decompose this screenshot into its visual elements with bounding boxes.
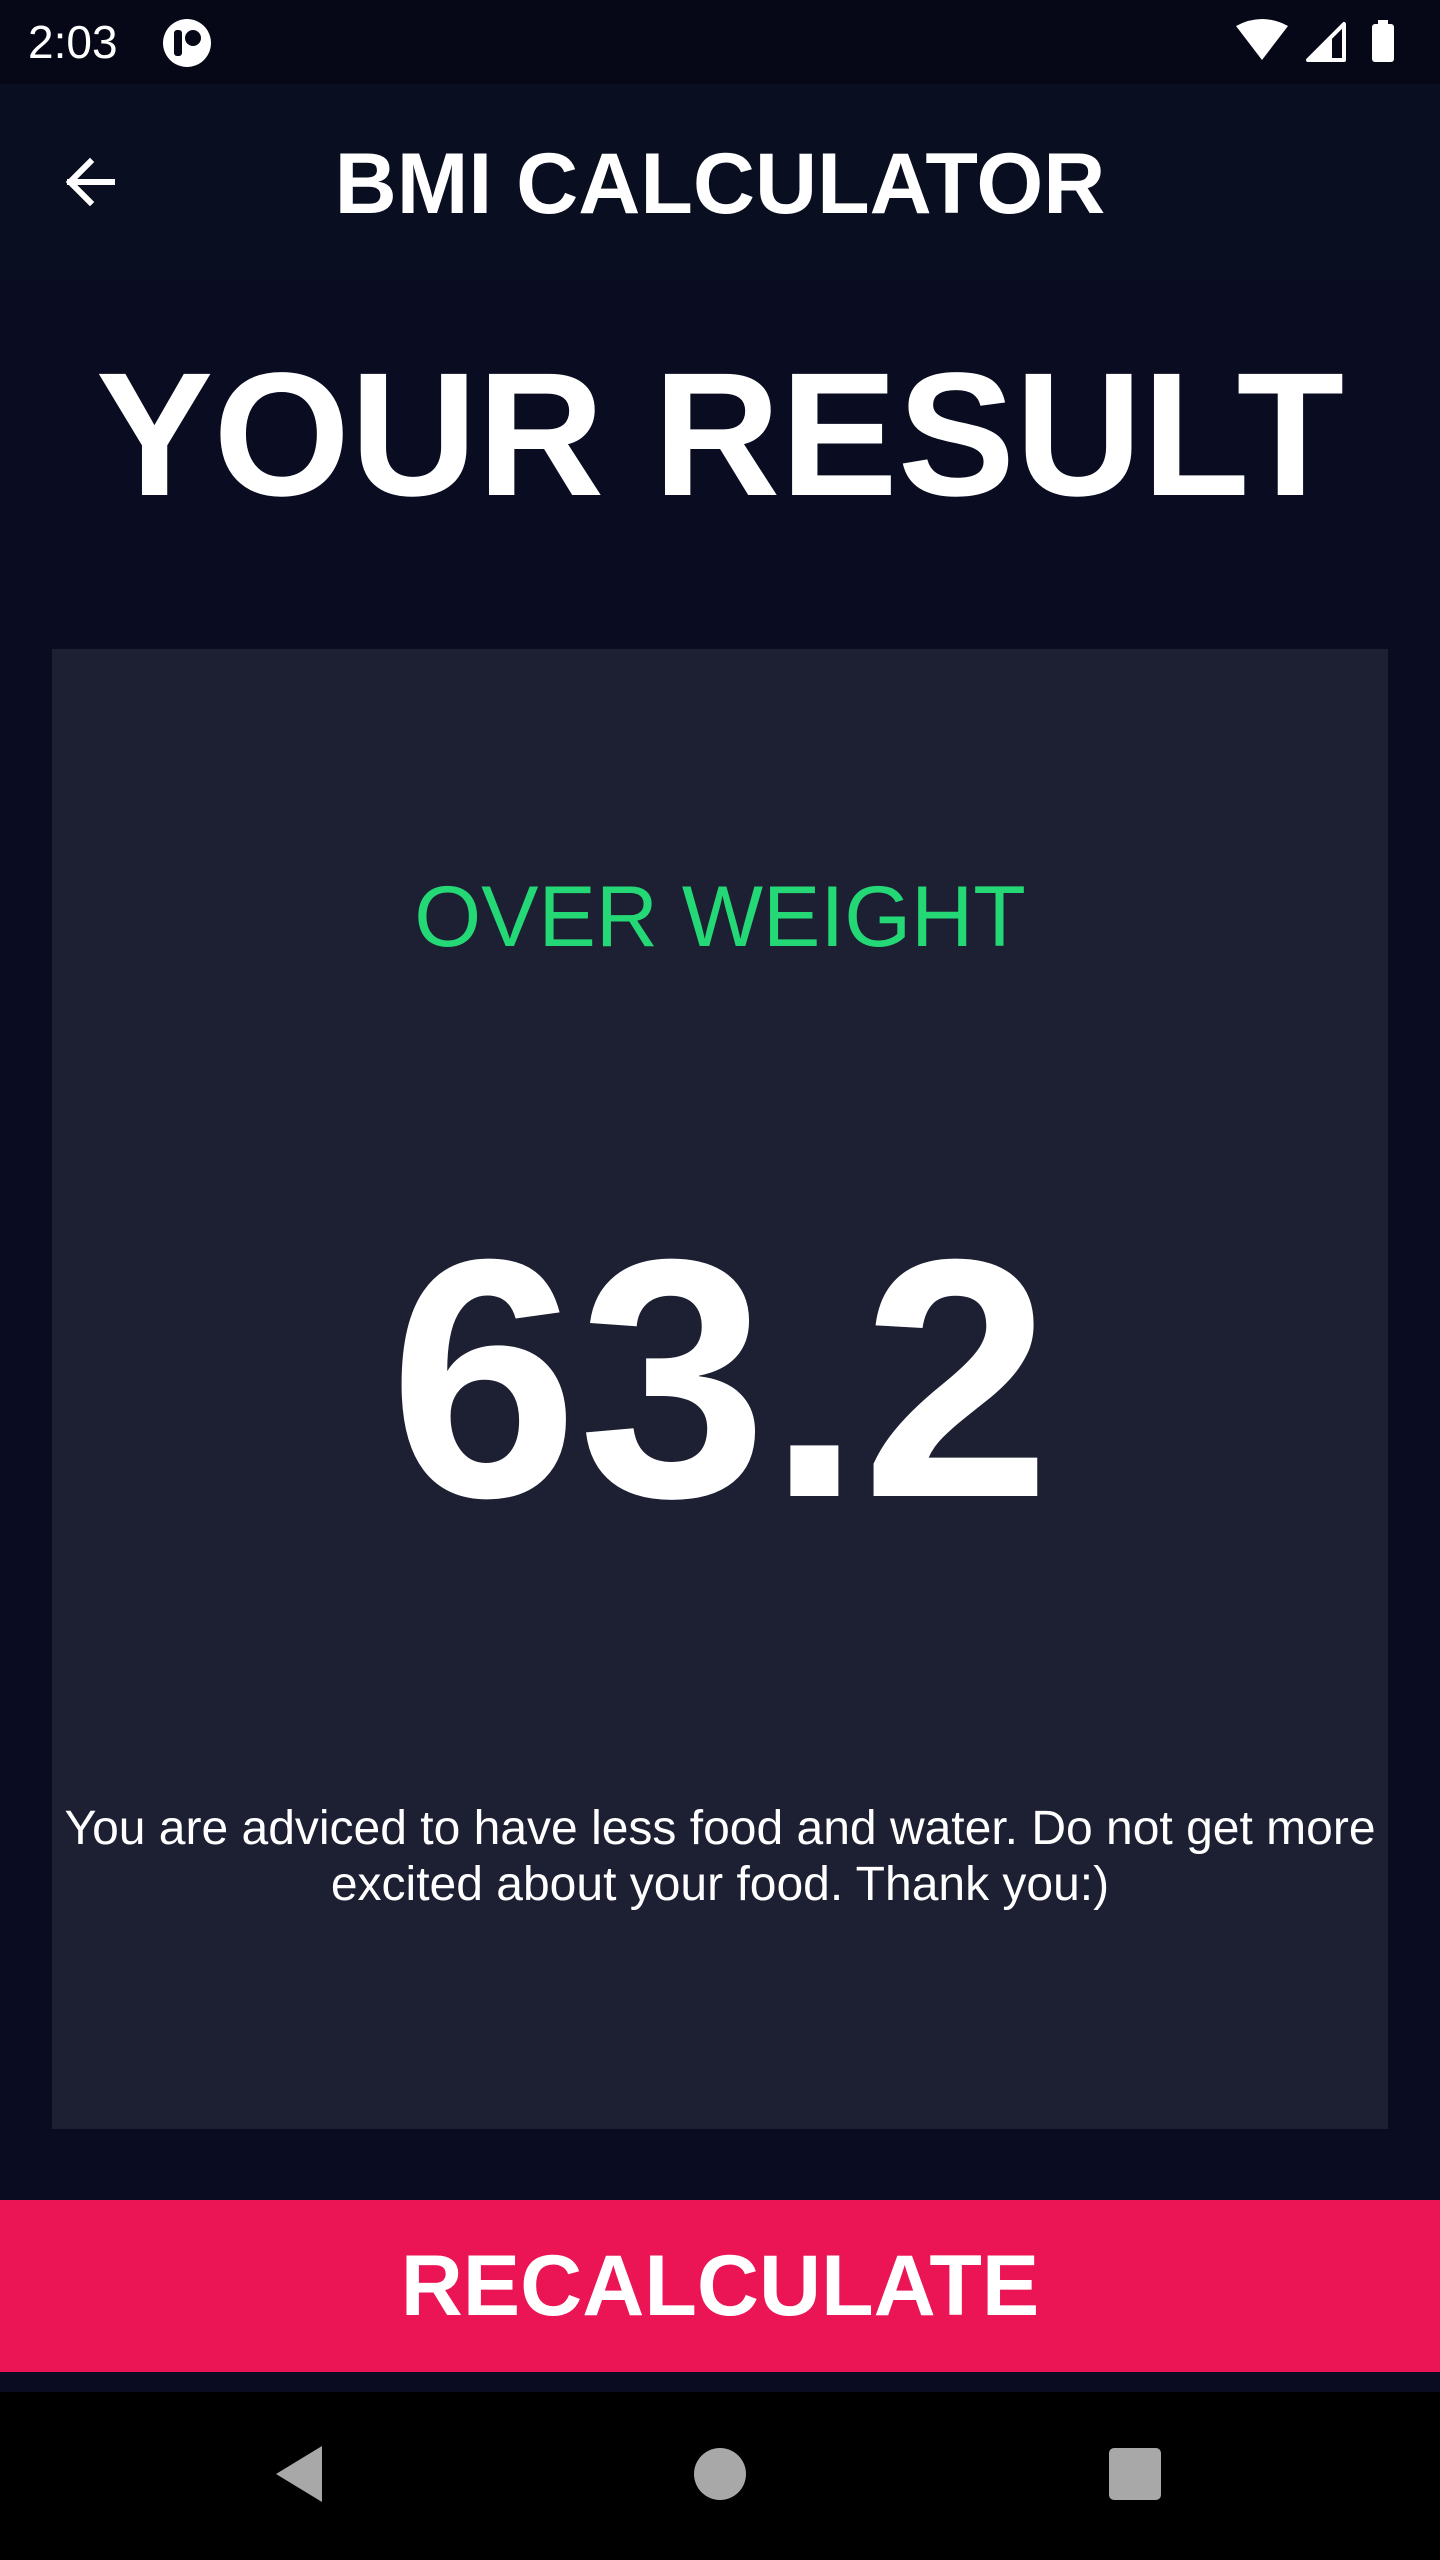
wifi-icon bbox=[1236, 19, 1288, 60]
result-category: OVER WEIGHT bbox=[414, 869, 1026, 965]
bmi-value: 63.2 bbox=[389, 1189, 1051, 1569]
app-title: BMI CALCULATOR bbox=[334, 136, 1106, 232]
app-notification-icon bbox=[162, 18, 212, 68]
app-bar: BMI CALCULATOR bbox=[0, 84, 1440, 280]
result-card: OVER WEIGHT 63.2 You are adviced to have… bbox=[52, 649, 1388, 2129]
nav-back-button[interactable] bbox=[250, 2426, 350, 2526]
cell-signal-icon bbox=[1306, 22, 1346, 62]
status-bar: 2:03 bbox=[0, 0, 1440, 84]
recalculate-button[interactable]: RECALCULATE bbox=[0, 2200, 1440, 2372]
recalculate-label: RECALCULATE bbox=[400, 2237, 1040, 2334]
nav-recents-button[interactable] bbox=[1085, 2426, 1185, 2526]
nav-home-button[interactable] bbox=[670, 2426, 770, 2526]
page-title: YOUR RESULT bbox=[95, 337, 1345, 533]
nav-back-icon bbox=[270, 2442, 330, 2511]
status-time: 2:03 bbox=[28, 16, 118, 68]
navigation-bar bbox=[0, 2392, 1440, 2560]
nav-recents-icon bbox=[1108, 2447, 1162, 2506]
status-icons bbox=[1232, 16, 1412, 68]
nav-home-icon bbox=[692, 2446, 748, 2507]
advice-text: You are adviced to have less food and wa… bbox=[64, 1802, 1376, 1911]
battery-icon bbox=[1372, 20, 1394, 62]
